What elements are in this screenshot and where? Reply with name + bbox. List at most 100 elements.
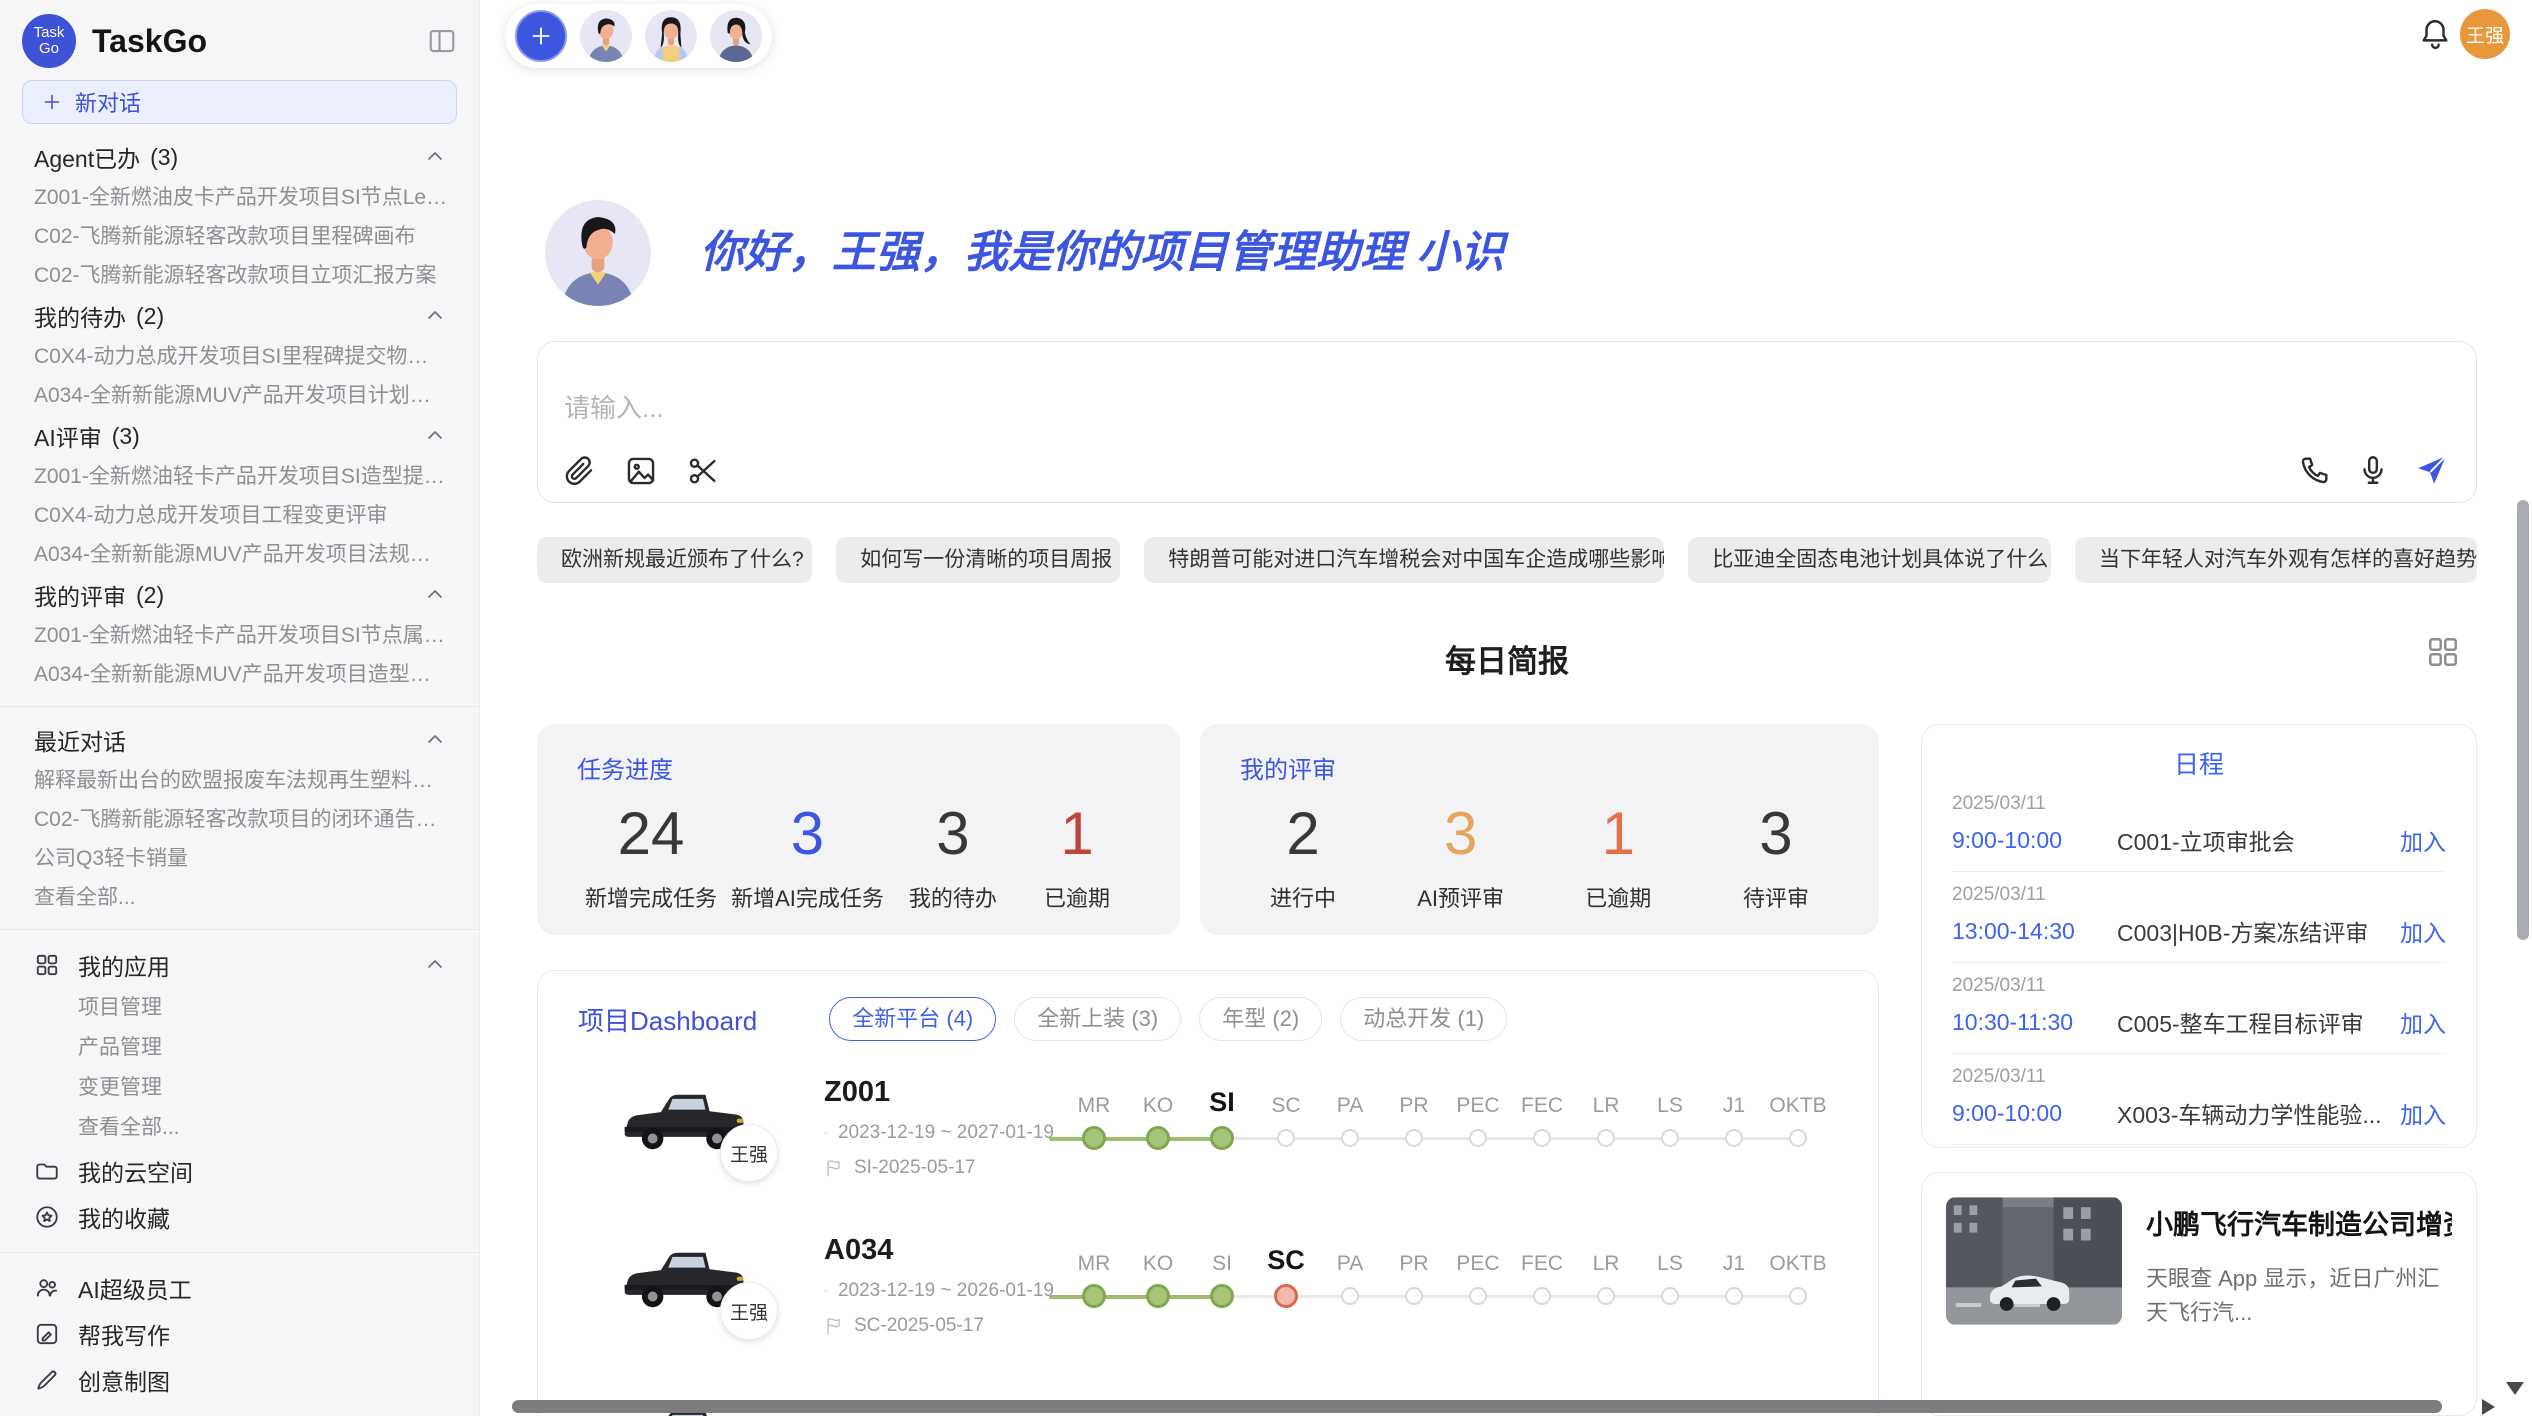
logo-line2: Go bbox=[39, 41, 59, 57]
chat-input[interactable] bbox=[564, 388, 2064, 452]
news-card[interactable]: 小鹏飞行汽车制造公司增资 天眼查 App 显示，近日广州汇天飞行汽... bbox=[1921, 1172, 2477, 1416]
news-snippet: 天眼查 App 显示，近日广州汇天飞行汽... bbox=[2146, 1262, 2452, 1330]
vertical-scrollbar-thumb[interactable] bbox=[2517, 500, 2529, 940]
milestone-dot-pending bbox=[1661, 1129, 1679, 1147]
sidebar-task-item[interactable]: C0X4-动力总成开发项目SI里程碑提交物检查 bbox=[0, 337, 479, 376]
suggestion-chip[interactable]: 如何写一份清晰的项目周报 bbox=[836, 537, 1120, 583]
milestone-SI: SI bbox=[1190, 1238, 1254, 1276]
milestone-line-done bbox=[1049, 1295, 1222, 1299]
suggestion-chip[interactable]: 特朗普可能对进口汽车增税会对中国车企造成哪些影响 bbox=[1144, 537, 1664, 583]
project-info: Z0012023-12-19 ~ 2027-01-19SI-2025-05-17 bbox=[824, 1076, 1054, 1179]
scissors-icon[interactable] bbox=[686, 454, 720, 488]
session-avatar-2[interactable] bbox=[645, 10, 697, 62]
session-avatar-1[interactable] bbox=[580, 10, 632, 62]
sidebar-item-ai-staff[interactable]: AI超级员工 bbox=[0, 1265, 479, 1311]
stat-value: 2 bbox=[1248, 801, 1358, 867]
milestone-PR: PR bbox=[1382, 1080, 1446, 1118]
app-sub-item[interactable]: 项目管理 bbox=[0, 988, 479, 1028]
phone-icon[interactable] bbox=[2298, 453, 2332, 487]
scroll-down-arrow[interactable] bbox=[2506, 1382, 2524, 1395]
project-flag-row: SI-2025-05-17 bbox=[824, 1157, 1054, 1179]
milestone-label: LR bbox=[1574, 1238, 1638, 1276]
news-title: 小鹏飞行汽车制造公司增资 bbox=[2146, 1203, 2452, 1242]
milestone-label: KO bbox=[1126, 1080, 1190, 1118]
suggestion-chip[interactable]: 比亚迪全固态电池计划具体说了什么 bbox=[1688, 537, 2051, 583]
scroll-right-arrow[interactable] bbox=[2482, 1399, 2495, 1415]
recent-chat-item[interactable]: 查看全部... bbox=[0, 878, 479, 917]
join-link[interactable]: 加入 bbox=[2400, 1005, 2446, 1039]
sidebar-item-writing[interactable]: 帮我写作 bbox=[0, 1311, 479, 1357]
recent-chat-item[interactable]: 解释最新出台的欧盟报废车法规再生塑料比例被调至15%... bbox=[0, 761, 479, 800]
chat-composer bbox=[537, 341, 2477, 503]
paperclip-icon[interactable] bbox=[562, 454, 596, 488]
chevron-up-icon bbox=[423, 145, 447, 169]
new-chat-button[interactable]: 新对话 bbox=[22, 80, 457, 124]
milestone-dot-pending bbox=[1597, 1287, 1615, 1305]
sidebar-task-item[interactable]: Z001-全新燃油轻卡产品开发项目SI节点属性5D文件评审 bbox=[0, 616, 479, 655]
session-avatar-3[interactable] bbox=[710, 10, 762, 62]
stat-value: 24 bbox=[585, 801, 717, 867]
suggestion-chip[interactable]: 欧洲新规最近颁布了什么? bbox=[537, 537, 812, 583]
sidebar-task-item[interactable]: Z001-全新燃油轻卡产品开发项目SI造型提交物评审 bbox=[0, 457, 479, 496]
stat-label: 新增完成任务 bbox=[585, 881, 717, 913]
recent-chat-item[interactable]: 公司Q3轻卡销量 bbox=[0, 839, 479, 878]
section-header-recent[interactable]: 最近对话 bbox=[0, 719, 479, 761]
horizontal-scrollbar-thumb[interactable] bbox=[512, 1400, 2442, 1413]
grid-view-icon[interactable] bbox=[2425, 634, 2461, 670]
section-header-sec0[interactable]: Agent已办(3) bbox=[0, 136, 479, 178]
sidebar-task-item[interactable]: A034-全新新能源MUV产品开发项目造型可行性评审 bbox=[0, 655, 479, 694]
milestone-KO: KO bbox=[1126, 1080, 1190, 1118]
milestone-dot-done bbox=[1146, 1126, 1170, 1150]
sidebar-task-item[interactable]: Z001-全新燃油皮卡产品开发项目SI节点Lesson Learn报告 bbox=[0, 178, 479, 217]
dashboard-filter-chip[interactable]: 动总开发 (1) bbox=[1340, 997, 1507, 1041]
section-header-sec1[interactable]: 我的待办(2) bbox=[0, 295, 479, 337]
milestone-SC: SC bbox=[1254, 1238, 1318, 1276]
send-icon[interactable] bbox=[2414, 452, 2450, 488]
sidebar: Task Go TaskGo 新对话 Agent已办(3)Z001-全新燃油皮卡… bbox=[0, 0, 480, 1416]
schedule-date: 2025/03/11 bbox=[1952, 793, 2446, 815]
suggestion-chip[interactable]: 当下年轻人对汽车外观有怎样的喜好趋势 bbox=[2075, 537, 2477, 583]
join-link[interactable]: 加入 bbox=[2400, 1096, 2446, 1130]
section-count: (3) bbox=[112, 423, 140, 450]
sidebar-task-item[interactable]: A034-全新新能源MUV产品开发项目计划变更表编写 bbox=[0, 376, 479, 415]
sidebar-task-item[interactable]: C02-飞腾新能源轻客改款项目立项汇报方案 bbox=[0, 256, 479, 295]
milestone-J1: J1 bbox=[1702, 1238, 1766, 1276]
briefing-card-0: 任务进度24新增完成任务3新增AI完成任务3我的待办1已逾期 bbox=[537, 724, 1180, 935]
milestone-dot-pending bbox=[1533, 1287, 1551, 1305]
sidebar-item-cloud-space[interactable]: 我的云空间 bbox=[0, 1148, 479, 1194]
sidebar-task-item[interactable]: C02-飞腾新能源轻客改款项目里程碑画布 bbox=[0, 217, 479, 256]
sidebar-task-item[interactable]: A034-全新新能源MUV产品开发项目法规符合性评审 bbox=[0, 535, 479, 574]
sidebar-item-drawing[interactable]: 创意制图 bbox=[0, 1357, 479, 1403]
microphone-icon[interactable] bbox=[2356, 453, 2390, 487]
recent-chat-item[interactable]: C02-飞腾新能源轻客改款项目的闭环通告反馈情况 bbox=[0, 800, 479, 839]
view-all-schedule-link[interactable]: 查看所有日程 bbox=[1922, 1145, 2476, 1148]
dashboard-filter-chip[interactable]: 全新上装 (3) bbox=[1014, 997, 1181, 1041]
milestone-SI: SI bbox=[1190, 1080, 1254, 1118]
app-sub-item[interactable]: 变更管理 bbox=[0, 1068, 479, 1108]
sidebar-item-favorites[interactable]: 我的收藏 bbox=[0, 1194, 479, 1240]
join-link[interactable]: 加入 bbox=[2400, 823, 2446, 857]
image-icon[interactable] bbox=[624, 454, 658, 488]
section-count: (2) bbox=[136, 582, 164, 609]
add-session-button[interactable] bbox=[515, 10, 567, 62]
entry-label: 我的收藏 bbox=[78, 1200, 170, 1234]
milestone-label: J1 bbox=[1702, 1238, 1766, 1276]
sidebar-item-my-apps[interactable]: 我的应用 bbox=[0, 942, 479, 988]
milestone-dot-overdue bbox=[1274, 1284, 1298, 1308]
section-header-sec2[interactable]: AI评审(3) bbox=[0, 415, 479, 457]
bell-icon[interactable] bbox=[2418, 16, 2452, 52]
milestone-KO: KO bbox=[1126, 1238, 1190, 1276]
user-avatar[interactable]: 王强 bbox=[2460, 9, 2510, 59]
dashboard-filter-chip[interactable]: 全新平台 (4) bbox=[829, 997, 996, 1041]
app-sub-item[interactable]: 产品管理 bbox=[0, 1028, 479, 1068]
divider bbox=[0, 706, 479, 707]
panel-toggle-icon[interactable] bbox=[427, 26, 457, 56]
schedule-event-title: C001-立项审批会 bbox=[2117, 823, 2400, 857]
app-sub-item[interactable]: 查看全部... bbox=[0, 1108, 479, 1148]
owner-badge: 王强 bbox=[720, 1282, 778, 1340]
section-header-sec3[interactable]: 我的评审(2) bbox=[0, 574, 479, 616]
stat-row: 2进行中3AI预评审1已逾期3待评审 bbox=[1240, 801, 1839, 913]
dashboard-filter-chip[interactable]: 年型 (2) bbox=[1199, 997, 1322, 1041]
sidebar-task-item[interactable]: C0X4-动力总成开发项目工程变更评审 bbox=[0, 496, 479, 535]
join-link[interactable]: 加入 bbox=[2400, 914, 2446, 948]
